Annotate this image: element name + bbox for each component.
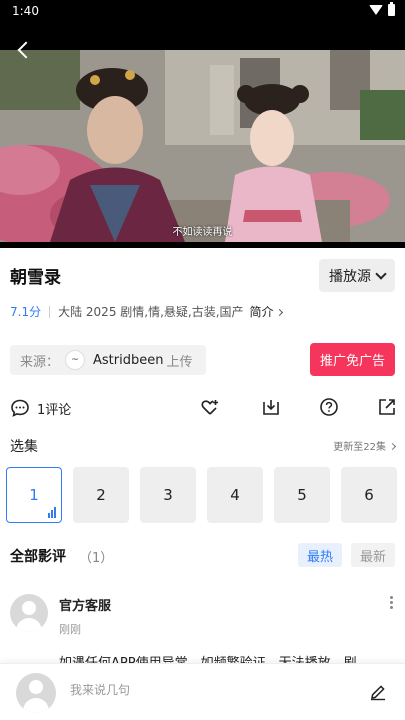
uploader-avatar: ~	[65, 350, 86, 370]
now-playing-icon	[48, 507, 56, 518]
remove-ads-button[interactable]: 推广免广告	[310, 343, 395, 376]
reviews-count: （1）	[79, 551, 114, 566]
intro-link[interactable]: 简介	[249, 303, 283, 320]
status-bar: 1:40	[0, 0, 405, 24]
more-options-icon[interactable]	[389, 596, 393, 609]
back-arrow-icon[interactable]	[14, 40, 36, 62]
uploader-name: Astridbeen	[93, 352, 164, 368]
comment-user[interactable]: 官方客服	[59, 595, 111, 614]
episodes-header: 选集 更新至22集	[10, 436, 397, 456]
sort-hot-tab[interactable]: 最热	[298, 543, 342, 567]
comment-count: 1评论	[37, 402, 72, 418]
source-select-label: 播放源	[329, 268, 371, 285]
episode-number: 1	[29, 486, 39, 504]
edit-pencil-icon[interactable]	[369, 683, 387, 701]
sort-new-tab[interactable]: 最新	[351, 543, 395, 567]
download-icon[interactable]	[261, 397, 281, 417]
uploader-tag[interactable]: 来源： ~ Astridbeen 上传	[10, 345, 206, 375]
heart-plus-icon	[201, 400, 218, 415]
rating: 7.1分	[10, 305, 42, 319]
episodes-update-link[interactable]: 更新至22集	[333, 438, 397, 453]
reviews-title: 全部影评	[10, 549, 66, 565]
avatar[interactable]	[10, 594, 48, 632]
episode-number: 2	[96, 486, 106, 504]
intro-label: 简介	[249, 305, 274, 319]
comment-input-bar	[0, 663, 405, 720]
share-icon[interactable]	[377, 397, 397, 417]
battery-icon	[388, 2, 395, 16]
comment-icon	[11, 399, 29, 417]
episode-number: 3	[163, 486, 173, 504]
help-icon[interactable]	[319, 397, 339, 417]
wifi-icon	[369, 5, 383, 15]
download-glyph	[263, 400, 279, 415]
video-subtitle: 不如读读再说	[172, 227, 233, 238]
comment-count-button[interactable]: 1评论	[10, 398, 71, 418]
action-row: 1评论	[0, 395, 405, 421]
divider	[49, 305, 51, 318]
chevron-right-icon	[388, 442, 397, 451]
source-select-button[interactable]: 播放源	[319, 259, 395, 292]
episodes-title: 选集	[10, 439, 38, 455]
episode-number: 5	[297, 486, 307, 504]
episode-button[interactable]: 5	[274, 467, 330, 523]
episode-button[interactable]: 6	[341, 467, 397, 523]
uploader-suffix: 上传	[166, 354, 193, 370]
episode-button[interactable]: 4	[207, 467, 263, 523]
episode-button[interactable]: 3	[140, 467, 196, 523]
comment-time: 刚刚	[59, 623, 81, 636]
video-player[interactable]: 不如读读再说	[0, 24, 405, 248]
status-icons	[369, 2, 395, 16]
question-circle-icon	[320, 398, 338, 416]
episode-number: 6	[364, 486, 374, 504]
chevron-right-icon	[275, 308, 283, 317]
comment-input[interactable]	[70, 683, 340, 697]
uploader-label: 来源：	[20, 354, 60, 370]
meta-info: 大陆 2025 剧情,情,悬疑,古装,国产	[58, 305, 244, 319]
show-meta: 7.1分 大陆 2025 剧情,情,悬疑,古装,国产 简介	[10, 303, 283, 320]
favorite-heart-icon[interactable]	[200, 397, 220, 417]
avatar	[16, 673, 56, 713]
episode-list: 1 2 3 4 5 6	[6, 467, 397, 523]
video-frame[interactable]: 不如读读再说	[0, 50, 405, 242]
episode-button[interactable]: 2	[73, 467, 129, 523]
show-title: 朝雪录	[10, 268, 61, 288]
status-time: 1:40	[12, 4, 39, 18]
episodes-update-label: 更新至22集	[333, 442, 386, 453]
share-external-icon	[379, 399, 395, 415]
episode-button[interactable]: 1	[6, 467, 62, 523]
chevron-down-icon	[375, 267, 387, 280]
reviews-header: 全部影评 （1） 最热 最新	[10, 543, 395, 567]
episode-number: 4	[230, 486, 240, 504]
video-still-image	[0, 50, 405, 242]
